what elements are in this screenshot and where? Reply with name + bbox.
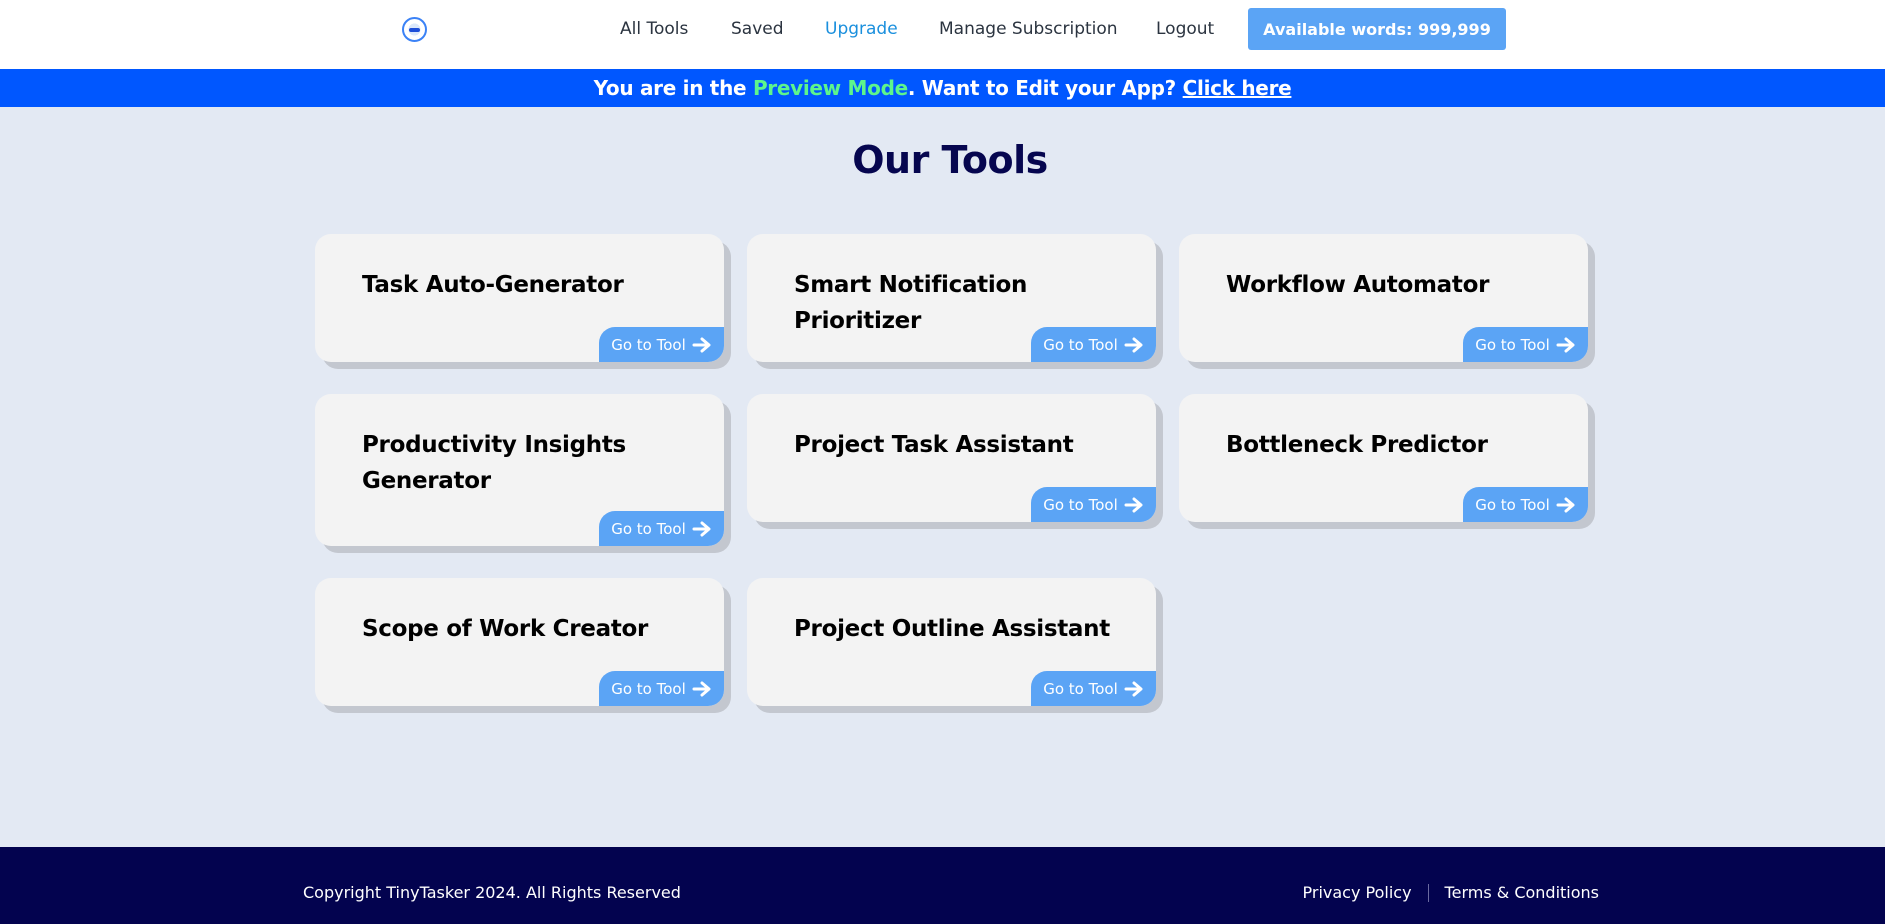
go-to-tool-button[interactable]: Go to Tool bbox=[599, 511, 724, 546]
go-to-tool-button[interactable]: Go to Tool bbox=[1463, 487, 1588, 522]
banner-prefix: You are in the bbox=[593, 76, 753, 100]
arrow-right-icon bbox=[1556, 337, 1575, 352]
circular-logo-icon[interactable] bbox=[402, 17, 427, 42]
nav-upgrade[interactable]: Upgrade bbox=[825, 19, 898, 39]
arrow-right-icon bbox=[692, 337, 711, 352]
go-to-tool-button[interactable]: Go to Tool bbox=[1463, 327, 1588, 362]
tool-card: Productivity Insights Generator Go to To… bbox=[315, 394, 724, 546]
banner-middle: . Want to Edit your App? bbox=[907, 76, 1183, 100]
tool-card-title: Productivity Insights Generator bbox=[362, 432, 626, 494]
arrow-right-icon bbox=[1124, 337, 1143, 352]
top-navbar: All Tools Saved Upgrade Manage Subscript… bbox=[0, 0, 1885, 69]
nav-logout[interactable]: Logout bbox=[1156, 19, 1214, 39]
footer-links: Privacy Policy Terms & Conditions bbox=[1303, 883, 1600, 902]
nav-all-tools[interactable]: All Tools bbox=[620, 19, 688, 39]
go-to-tool-label: Go to Tool bbox=[1043, 495, 1118, 514]
available-words-button[interactable]: Available words: 999,999 bbox=[1248, 8, 1506, 50]
arrow-right-icon bbox=[692, 521, 711, 536]
arrow-right-icon bbox=[1556, 497, 1575, 512]
arrow-right-icon bbox=[1124, 497, 1143, 512]
go-to-tool-button[interactable]: Go to Tool bbox=[1031, 671, 1156, 706]
go-to-tool-button[interactable]: Go to Tool bbox=[599, 671, 724, 706]
tool-card-title: Project Outline Assistant bbox=[794, 616, 1110, 642]
tool-card: Scope of Work Creator Go to Tool bbox=[315, 578, 724, 706]
tool-card: Project Outline Assistant Go to Tool bbox=[747, 578, 1156, 706]
go-to-tool-label: Go to Tool bbox=[1475, 495, 1550, 514]
footer: Copyright TinyTasker 2024. All Rights Re… bbox=[0, 847, 1885, 924]
edit-app-link[interactable]: Click here bbox=[1183, 76, 1292, 100]
go-to-tool-label: Go to Tool bbox=[1475, 335, 1550, 354]
go-to-tool-button[interactable]: Go to Tool bbox=[1031, 487, 1156, 522]
go-to-tool-button[interactable]: Go to Tool bbox=[599, 327, 724, 362]
preview-mode-label: Preview Mode bbox=[752, 76, 908, 100]
go-to-tool-label: Go to Tool bbox=[1043, 679, 1118, 698]
tool-card: Task Auto-Generator Go to Tool bbox=[315, 234, 724, 362]
arrow-right-icon bbox=[692, 681, 711, 696]
tool-card: Workflow Automator Go to Tool bbox=[1179, 234, 1588, 362]
nav-manage-subscription[interactable]: Manage Subscription bbox=[939, 19, 1118, 39]
tool-card-title: Task Auto-Generator bbox=[362, 272, 624, 298]
tool-card-title: Workflow Automator bbox=[1226, 272, 1490, 298]
tool-card: Bottleneck Predictor Go to Tool bbox=[1179, 394, 1588, 522]
arrow-right-icon bbox=[1124, 681, 1143, 696]
copyright-text: Copyright TinyTasker 2024. All Rights Re… bbox=[303, 883, 681, 902]
footer-divider bbox=[1427, 883, 1429, 902]
tool-card: Smart Notification Prioritizer Go to Too… bbox=[747, 234, 1156, 362]
tool-card-title: Bottleneck Predictor bbox=[1226, 432, 1488, 458]
nav-saved[interactable]: Saved bbox=[731, 19, 784, 39]
tool-card: Project Task Assistant Go to Tool bbox=[747, 394, 1156, 522]
tool-card-title: Project Task Assistant bbox=[794, 432, 1074, 458]
go-to-tool-label: Go to Tool bbox=[611, 519, 686, 538]
go-to-tool-button[interactable]: Go to Tool bbox=[1031, 327, 1156, 362]
go-to-tool-label: Go to Tool bbox=[611, 335, 686, 354]
go-to-tool-label: Go to Tool bbox=[1043, 335, 1118, 354]
page-title: Our Tools bbox=[852, 138, 1048, 182]
preview-mode-banner: You are in the Preview Mode . Want to Ed… bbox=[0, 69, 1885, 107]
go-to-tool-label: Go to Tool bbox=[611, 679, 686, 698]
terms-conditions-link[interactable]: Terms & Conditions bbox=[1445, 883, 1599, 902]
privacy-policy-link[interactable]: Privacy Policy bbox=[1303, 883, 1412, 902]
tool-card-title: Scope of Work Creator bbox=[362, 616, 649, 642]
